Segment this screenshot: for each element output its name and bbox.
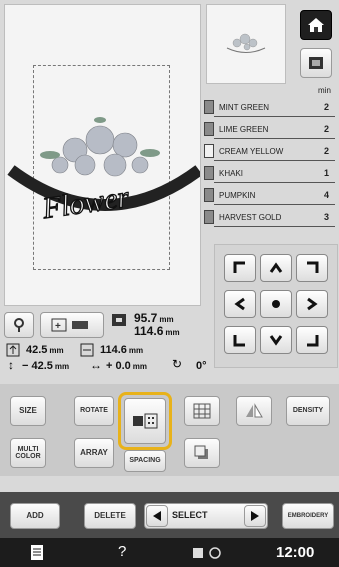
thread-row: CREAM YELLOW 2 (204, 142, 335, 162)
mirror-button[interactable] (236, 396, 272, 426)
horizontal-size-value: 114.6 mm (100, 344, 144, 356)
arrow-down-icon (269, 335, 283, 346)
vertical-size-icon (6, 343, 20, 357)
shadow-icon (194, 445, 208, 459)
thumbnail-flower-image (226, 33, 266, 53)
move-up-left-button[interactable] (224, 254, 256, 282)
density-button[interactable]: DENSITY (286, 396, 330, 426)
corner-up-left-icon (233, 261, 245, 273)
multi-color-button[interactable]: MULTI COLOR (10, 438, 46, 468)
arrow-left-icon (234, 297, 245, 311)
vertical-offset-value: − 42.5 mm (22, 360, 70, 372)
shadow-button[interactable] (184, 438, 220, 468)
home-icon (308, 18, 324, 32)
hoop-icon: + (51, 318, 88, 332)
size-icon (112, 314, 126, 326)
triangle-left-icon (153, 511, 161, 521)
size-width-value: 95.7 mm (134, 311, 174, 325)
center-button[interactable] (260, 290, 292, 318)
clock: 12:00 (276, 544, 315, 561)
thread-swatch-icon (204, 144, 214, 158)
add-button[interactable]: ADD (10, 503, 60, 529)
frame-display-button[interactable] (300, 48, 332, 78)
help-button[interactable]: ? (118, 543, 126, 560)
grid-icon (193, 403, 211, 419)
thread-row: PUMPKIN 4 (204, 186, 335, 206)
status-bar: ? 12:00 (0, 538, 339, 567)
move-up-button[interactable] (260, 254, 292, 282)
thread-list-header: min (318, 86, 331, 95)
rotate-button[interactable]: ROTATE (74, 396, 114, 426)
array-button[interactable]: ARRAY (74, 438, 114, 468)
flower-design: Flower (7, 117, 200, 226)
horizontal-offset-value: + 0.0 mm (106, 360, 148, 372)
spacing-button[interactable]: SPACING (124, 450, 166, 472)
vertical-position-value: 42.5 mm (26, 344, 64, 356)
magnify-button[interactable] (4, 312, 34, 338)
magnifier-icon (14, 318, 24, 332)
rotation-icon: ↻ (172, 357, 183, 371)
move-down-right-button[interactable] (296, 326, 328, 354)
move-down-left-button[interactable] (224, 326, 256, 354)
select-label: SELECT (172, 510, 208, 520)
delete-button[interactable]: DELETE (84, 503, 136, 529)
move-up-right-button[interactable] (296, 254, 328, 282)
embroidery-frame-icon (309, 57, 323, 69)
arrow-up-icon (269, 262, 283, 273)
design-thumbnail (206, 4, 286, 84)
horizontal-offset-icon: ↔ (90, 358, 102, 372)
thread-swatch-icon (204, 210, 214, 224)
corner-down-left-icon (233, 335, 245, 347)
select-prev-button[interactable] (146, 505, 168, 527)
design-text: Flower (40, 180, 132, 225)
corner-down-right-icon (307, 335, 319, 347)
hoop-position-button[interactable]: + (40, 312, 104, 338)
corner-up-right-icon (307, 261, 319, 273)
thread-row: KHAKI 1 (204, 164, 335, 184)
thread-swatch-icon (204, 166, 214, 180)
triangle-right-icon (251, 511, 259, 521)
border-button[interactable] (124, 398, 166, 444)
embroidery-button[interactable]: EMBROIDERY (282, 503, 334, 529)
move-down-button[interactable] (260, 326, 292, 354)
document-icon[interactable] (30, 544, 44, 561)
sewing-status-icon (193, 547, 221, 559)
move-right-button[interactable] (296, 290, 328, 318)
center-dot-icon (272, 300, 280, 308)
rotation-value: 0° (196, 360, 207, 372)
size-button[interactable]: SIZE (10, 396, 46, 426)
grid-button[interactable] (184, 396, 220, 426)
select-next-button[interactable] (244, 505, 266, 527)
embroidery-preview-area[interactable]: Flower (4, 4, 201, 306)
thread-swatch-icon (204, 100, 214, 114)
thread-row: LIME GREEN 2 (204, 120, 335, 140)
horizontal-size-icon (80, 343, 94, 357)
size-height-value: 114.6 mm (134, 324, 180, 338)
svg-text:+: + (55, 321, 61, 332)
border-icon (133, 413, 158, 429)
thread-swatch-icon (204, 188, 214, 202)
vertical-offset-icon: ↕ (8, 358, 14, 372)
arrow-right-icon (307, 297, 318, 311)
thread-swatch-icon (204, 122, 214, 136)
thread-row: HARVEST GOLD 3 (204, 208, 335, 228)
move-left-button[interactable] (224, 290, 256, 318)
home-button[interactable] (300, 10, 332, 40)
thread-row: MINT GREEN 2 (204, 98, 335, 118)
mirror-icon (246, 403, 263, 418)
